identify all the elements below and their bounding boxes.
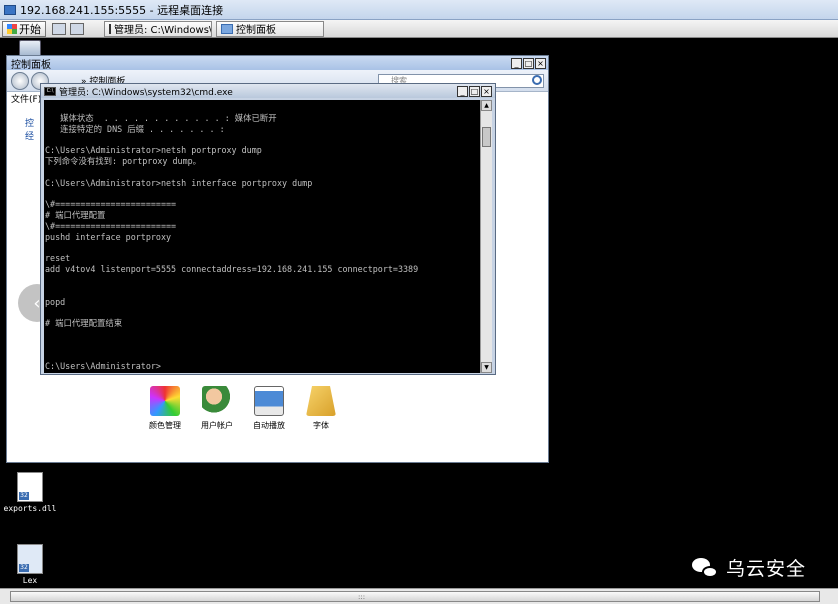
console-line: C:\Users\Administrator>netsh portproxy d… [45, 145, 262, 156]
autoplay-icon [254, 386, 284, 416]
console-line: pushd interface portproxy [45, 231, 172, 242]
exe-file-icon: 32 [17, 544, 43, 574]
cmd-icon [109, 23, 111, 34]
desktop-icon-label: Lex [22, 576, 38, 585]
window-title: 控制面板 [11, 59, 51, 71]
start-button[interactable]: 开始 [2, 20, 46, 37]
console-line: # 端口代理配置 [45, 210, 106, 221]
show-desktop-icon[interactable] [70, 22, 84, 35]
control-panel-title-bar[interactable]: 控制面板 _ □ × [7, 56, 548, 71]
fonts-folder-icon [306, 386, 336, 416]
scroll-down-icon[interactable]: ▼ [481, 362, 492, 373]
quick-launch [52, 22, 84, 35]
console-line: popd [45, 296, 66, 307]
server-manager-icon[interactable] [52, 22, 66, 35]
cp-item-label: 颜色管理 [149, 421, 181, 430]
desktop-icon-exports-dll[interactable]: 32 exports.dll [3, 472, 57, 513]
color-management-icon [150, 386, 180, 416]
console-line: 媒体状态 . . . . . . . . . . . . : 媒体已断开 [45, 113, 277, 123]
control-panel-sidebar: 控 经 [25, 118, 34, 144]
sidebar-link[interactable]: 经 [25, 131, 34, 144]
cmd-window[interactable]: C:\ 管理员: C:\Windows\system32\cmd.exe _ □… [40, 83, 496, 375]
desktop-icon-label: exports.dll [3, 504, 57, 513]
console-line: 下列命令没有找到: portproxy dump。 [45, 156, 202, 167]
console-line: C:\Users\Administrator>netsh interface p… [45, 177, 313, 188]
rdp-title-bar[interactable]: 192.168.241.155:5555 - 远程桌面连接 [0, 0, 838, 20]
cmd-icon: C:\ [44, 86, 56, 96]
control-panel-items: 颜色管理 用户帐户 自动播放 字体 [147, 386, 339, 431]
cp-item-label: 自动播放 [253, 421, 285, 430]
console-line: 连接特定的 DNS 后缀 . . . . . . . : [45, 123, 225, 134]
cp-item-user-accounts[interactable]: 用户帐户 [199, 386, 235, 431]
remote-desktop-screen: 192.168.241.155:5555 - 远程桌面连接 开始 管理员: C:… [0, 0, 838, 604]
console-scrollbar[interactable]: ▲ ▼ [480, 100, 492, 373]
cp-item-fonts[interactable]: 字体 [303, 386, 339, 431]
cp-item-autoplay[interactable]: 自动播放 [251, 386, 287, 431]
search-icon[interactable] [532, 75, 542, 85]
cp-item-label: 字体 [313, 421, 329, 430]
console-line: # 端口代理配置结束 [45, 318, 123, 329]
taskbar-item-cmd[interactable]: 管理员: C:\Windows\... [104, 20, 212, 37]
watermark: 乌云安全 [692, 554, 806, 581]
console-output[interactable]: 媒体状态 . . . . . . . . . . . . : 媒体已断开 连接特… [44, 100, 480, 373]
minimize-button[interactable]: _ [511, 57, 522, 69]
console-line: \#======================== [45, 199, 177, 210]
scroll-thumb[interactable] [482, 127, 491, 147]
menu-file[interactable]: 文件(F) [11, 95, 41, 105]
sidebar-link[interactable]: 控 [25, 118, 34, 131]
grip-icon: ::: [358, 593, 366, 601]
taskbar-item-control-panel[interactable]: 控制面板 [216, 20, 324, 37]
rdp-horizontal-scrollbar[interactable]: ::: [0, 588, 838, 604]
console-line: C:\Users\Administrator> [45, 361, 161, 372]
wechat-icon [692, 556, 720, 580]
console-line: add v4tov4 listenport=5555 connectaddres… [45, 264, 419, 275]
scroll-up-icon[interactable]: ▲ [481, 100, 492, 111]
console-lines: 媒体状态 . . . . . . . . . . . . : 媒体已断开 连接特… [44, 100, 480, 372]
rdp-window-title: 192.168.241.155:5555 - 远程桌面连接 [20, 3, 224, 17]
dll-file-icon: 32 [17, 472, 43, 502]
maximize-button[interactable]: □ [469, 85, 480, 97]
control-panel-icon [221, 23, 233, 34]
user-accounts-icon [202, 386, 232, 416]
remote-taskbar: 开始 管理员: C:\Windows\... 控制面板 [0, 20, 838, 38]
console-line: \#======================== [45, 220, 177, 231]
console-line: reset [45, 253, 71, 264]
scroll-thumb[interactable] [10, 591, 820, 602]
cp-item-label: 用户帐户 [201, 421, 233, 430]
taskbar-item-label: 控制面板 [236, 25, 276, 36]
close-button[interactable]: × [535, 57, 546, 69]
maximize-button[interactable]: □ [523, 57, 534, 69]
minimize-button[interactable]: _ [457, 85, 468, 97]
windows-logo-icon [7, 23, 17, 34]
cmd-title-bar[interactable]: C:\ 管理员: C:\Windows\system32\cmd.exe _ □… [41, 84, 495, 98]
remote-desktop-icon [4, 4, 16, 15]
window-title: 管理员: C:\Windows\system32\cmd.exe [59, 87, 233, 98]
back-button[interactable] [11, 71, 29, 90]
taskbar-item-label: 管理员: C:\Windows\... [114, 25, 212, 36]
watermark-text: 乌云安全 [726, 558, 807, 580]
cp-item-color-management[interactable]: 颜色管理 [147, 386, 183, 431]
close-button[interactable]: × [481, 85, 492, 97]
start-label: 开始 [19, 22, 41, 36]
desktop-icon-lex[interactable]: 32 Lex [12, 544, 48, 585]
